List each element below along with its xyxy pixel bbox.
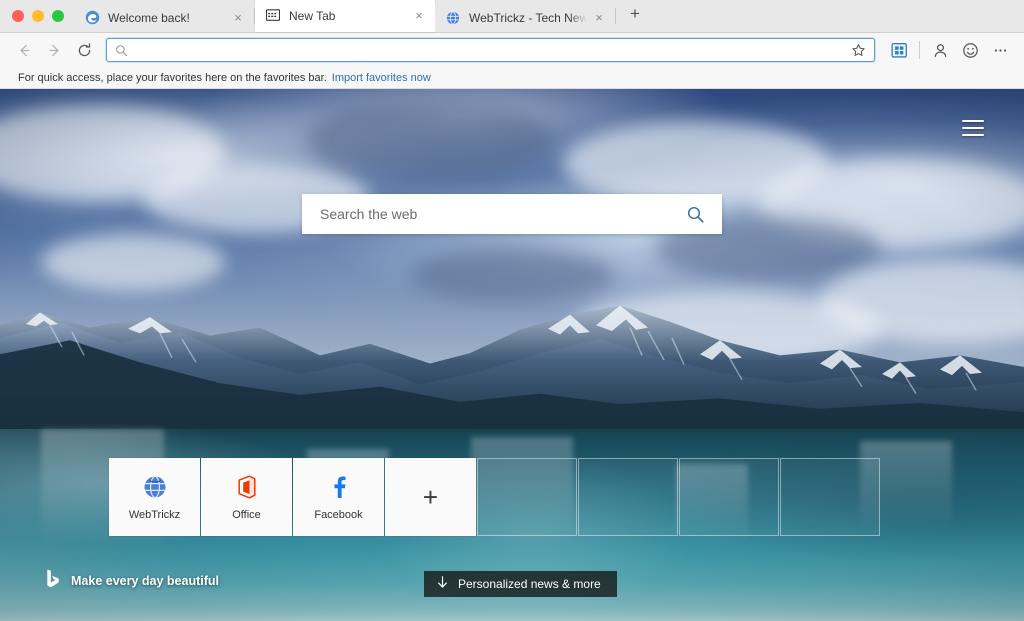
bing-logo-icon xyxy=(46,569,60,593)
favorites-bar: For quick access, place your favorites h… xyxy=(0,67,1024,89)
tab-title: Welcome back! xyxy=(108,10,190,25)
favorites-star-icon[interactable] xyxy=(848,40,868,60)
collections-button[interactable] xyxy=(885,37,913,63)
minimize-window-button[interactable] xyxy=(32,9,44,22)
tab-title: New Tab xyxy=(289,8,336,23)
toolbar-divider xyxy=(919,41,920,59)
import-favorites-link[interactable]: Import favorites now xyxy=(332,72,431,84)
menu-line xyxy=(962,127,984,129)
tile-label: WebTrickz xyxy=(128,508,181,521)
tab-webtrickz[interactable]: WebTrickz - Tech News, Phone × xyxy=(435,3,615,32)
tile-webtrickz[interactable]: WebTrickz xyxy=(109,458,200,536)
back-button[interactable] xyxy=(10,37,38,63)
close-tab-icon[interactable]: × xyxy=(230,10,246,26)
profile-button[interactable] xyxy=(926,37,954,63)
smiley-icon xyxy=(962,42,978,58)
new-tab-page-icon xyxy=(265,8,281,24)
favorites-bar-message: For quick access, place your favorites h… xyxy=(18,71,327,84)
vignette-overlay xyxy=(0,89,1024,621)
maximize-window-button[interactable] xyxy=(52,9,64,22)
search-input[interactable] xyxy=(320,206,682,222)
tile-empty-slot[interactable] xyxy=(477,458,577,536)
browser-toolbar xyxy=(0,33,1024,67)
new-tab-button[interactable]: + xyxy=(624,4,646,26)
arrow-right-icon xyxy=(49,44,59,56)
top-sites-tiles: WebTrickz Office Facebook + xyxy=(109,458,880,536)
settings-and-more-button[interactable] xyxy=(986,37,1014,63)
edge-logo-icon xyxy=(84,10,100,26)
forward-button[interactable] xyxy=(40,37,68,63)
personalized-news-button[interactable]: Personalized news & more xyxy=(424,571,617,597)
collections-icon xyxy=(890,42,907,58)
web-search-box[interactable] xyxy=(302,194,722,234)
tile-empty-slot[interactable] xyxy=(578,458,678,536)
bing-attribution[interactable]: Make every day beautiful xyxy=(46,569,219,593)
tab-new-tab[interactable]: New Tab × xyxy=(255,0,435,32)
tab-strip: Welcome back! × New Tab × WebTrickz - Te… xyxy=(0,0,1024,33)
tab-title: WebTrickz - Tech News, Phone xyxy=(469,10,587,25)
person-icon xyxy=(934,43,946,57)
webtrickz-globe-icon xyxy=(143,474,167,500)
search-submit-button[interactable] xyxy=(682,201,708,227)
tile-empty-slot[interactable] xyxy=(780,458,880,536)
feedback-button[interactable] xyxy=(956,37,984,63)
bing-tagline: Make every day beautiful xyxy=(71,574,219,588)
facebook-f-icon xyxy=(328,474,350,500)
personalized-news-label: Personalized news & more xyxy=(458,577,601,591)
close-window-button[interactable] xyxy=(12,9,24,22)
webtrickz-globe-icon xyxy=(445,10,461,26)
window-controls xyxy=(0,0,74,32)
ellipsis-icon xyxy=(994,48,1006,52)
tile-facebook[interactable]: Facebook xyxy=(293,458,384,536)
background-image xyxy=(0,89,1024,621)
search-icon xyxy=(687,206,704,223)
browser-window: Welcome back! × New Tab × WebTrickz - Te… xyxy=(0,0,1024,621)
refresh-button[interactable] xyxy=(70,37,98,63)
search-icon xyxy=(115,44,128,57)
refresh-icon xyxy=(78,42,90,56)
tile-add-site[interactable]: + xyxy=(385,458,476,536)
close-tab-icon[interactable]: × xyxy=(411,8,427,24)
tile-label: Office xyxy=(232,508,261,521)
tile-label: Facebook xyxy=(314,508,363,521)
arrow-down-icon xyxy=(437,576,448,592)
page-settings-menu-icon[interactable] xyxy=(962,120,984,136)
close-tab-icon[interactable]: × xyxy=(591,10,607,26)
menu-line xyxy=(962,134,984,136)
tile-office[interactable]: Office xyxy=(201,458,292,536)
plus-icon: + xyxy=(422,482,439,512)
new-tab-page: WebTrickz Office Faceb xyxy=(0,89,1024,621)
arrow-left-icon xyxy=(19,44,29,56)
tab-divider xyxy=(615,8,616,24)
tile-empty-slot[interactable] xyxy=(679,458,779,536)
office-logo-icon xyxy=(236,474,258,500)
address-bar[interactable] xyxy=(106,38,875,62)
menu-line xyxy=(962,120,984,122)
address-input[interactable] xyxy=(134,43,848,57)
tab-welcome-back[interactable]: Welcome back! × xyxy=(74,3,254,32)
